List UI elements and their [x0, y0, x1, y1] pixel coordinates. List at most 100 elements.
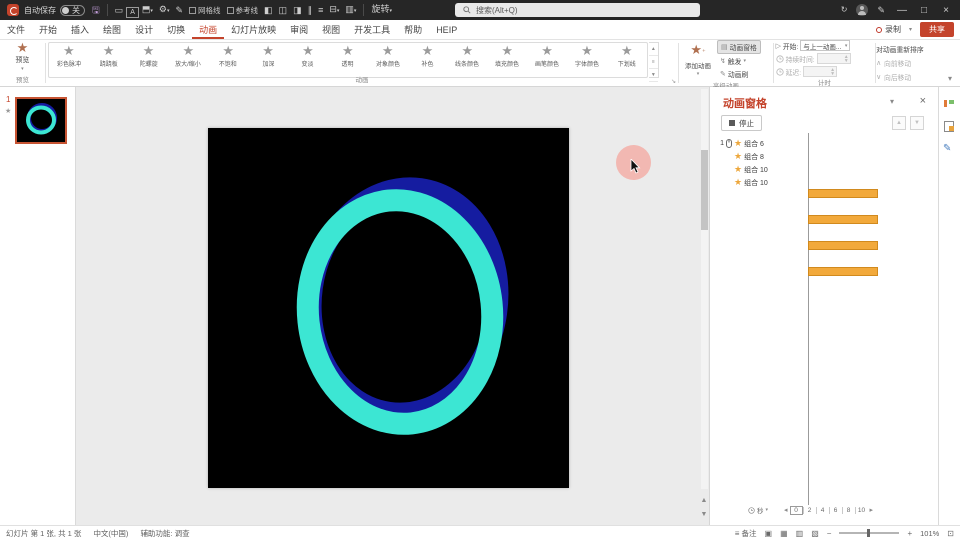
scroll-left-icon[interactable]: ◂	[782, 506, 790, 514]
pane-dropdown-icon[interactable]: ▾	[890, 97, 894, 106]
save-icon[interactable]: 🖫	[89, 0, 103, 20]
close-button[interactable]: ×	[938, 5, 954, 16]
tab-insert[interactable]: 插入	[64, 20, 96, 39]
stop-button[interactable]: 停止	[721, 115, 762, 131]
gallery-item-font-color[interactable]: ★字体颜色	[567, 43, 607, 77]
tab-slideshow[interactable]: 幻灯片放映	[224, 20, 283, 39]
animation-list-item[interactable]: 1 ★ 组合 6	[710, 137, 939, 150]
timeline-bar[interactable]	[808, 241, 878, 250]
settings-gear-icon[interactable]: ⚙▾	[156, 0, 173, 21]
delay-input[interactable]: ▲▼	[803, 66, 837, 77]
fit-to-window-icon[interactable]: ⊡	[947, 529, 954, 538]
tab-addin[interactable]: HEIP	[429, 20, 464, 39]
zoom-percent[interactable]: 101%	[920, 529, 939, 538]
align-left-icon[interactable]: ◧	[261, 0, 276, 20]
seconds-dropdown[interactable]: 秒 ▾	[748, 505, 768, 515]
gallery-item-complementary-color[interactable]: ★补色	[408, 43, 448, 77]
timeline-bar[interactable]	[808, 189, 878, 198]
move-up-button[interactable]: ▲	[892, 116, 906, 130]
language-indicator[interactable]: 中文(中国)	[93, 528, 128, 539]
gallery-item-brush-color[interactable]: ★画笔颜色	[527, 43, 567, 77]
tab-review[interactable]: 审阅	[283, 20, 315, 39]
next-slide-icon[interactable]: ▼	[700, 511, 708, 518]
zoom-out-icon[interactable]: −	[827, 529, 832, 538]
align-right-icon[interactable]: ◨	[290, 0, 305, 20]
autosave-toggle[interactable]: 关	[60, 5, 85, 16]
animation-painter-button[interactable]: ✎动画刷	[717, 68, 761, 80]
chevron-down-icon[interactable]: ▾	[909, 26, 912, 33]
accessibility-status[interactable]: 辅助功能: 调查	[140, 528, 189, 539]
scroll-right-icon[interactable]: ▸	[868, 506, 876, 514]
scrollbar-thumb[interactable]	[701, 150, 708, 230]
gallery-item-fill-color[interactable]: ★填充颜色	[487, 43, 527, 77]
distribute-horizontal-icon[interactable]: ∥	[305, 0, 316, 20]
vertical-scrollbar[interactable]	[701, 89, 708, 489]
gallery-item-color-pulse[interactable]: ★彩色脉冲	[49, 43, 89, 77]
notes-button[interactable]: ≡ 备注	[735, 528, 757, 539]
gridlines-checkbox[interactable]: 网格线	[186, 5, 224, 16]
gallery-item-desaturate[interactable]: ★不饱和	[208, 43, 248, 77]
plugin-panel-icon[interactable]	[943, 97, 956, 110]
tab-developer[interactable]: 开发工具	[347, 20, 397, 39]
gallery-item-object-color[interactable]: ★对象颜色	[368, 43, 408, 77]
format-painter-icon[interactable]: ✎	[172, 0, 186, 20]
user-avatar[interactable]	[856, 4, 868, 16]
gallery-item-teeter[interactable]: ★跷跷板	[89, 43, 129, 77]
trigger-button[interactable]: ↯触发▾	[717, 55, 761, 67]
tab-transitions[interactable]: 切换	[160, 20, 192, 39]
gallery-item-lighten[interactable]: ★变淡	[288, 43, 328, 77]
rotate-dropdown[interactable]: 旋转▾	[368, 0, 395, 21]
new-slide-icon[interactable]: ▭	[112, 0, 127, 20]
gallery-scrollbar[interactable]: ▲ ≡ ▼	[649, 42, 659, 78]
reading-view-icon[interactable]: ▥	[796, 529, 804, 538]
add-animation-button[interactable]: ★⁺ 添加动画 ▾	[679, 40, 717, 80]
tab-view[interactable]: 视图	[315, 20, 347, 39]
normal-view-icon[interactable]: ▣	[765, 529, 773, 538]
previous-slide-icon[interactable]: ▲	[700, 497, 708, 504]
scroll-more-icon[interactable]: ≡	[649, 56, 658, 69]
chart-icon[interactable]: ▥▾	[342, 0, 359, 21]
gallery-item-line-color[interactable]: ★线条颜色	[447, 43, 487, 77]
tab-animations[interactable]: 动画	[192, 20, 224, 39]
zoom-slider[interactable]	[839, 532, 899, 534]
minimize-button[interactable]: —	[894, 5, 910, 16]
sync-icon[interactable]: ↻	[838, 0, 851, 20]
selection-pane-icon[interactable]	[943, 120, 956, 133]
ink-edit-icon[interactable]: ✎	[874, 0, 888, 20]
align-center-icon[interactable]: ◫	[276, 0, 291, 20]
slide[interactable]	[208, 128, 569, 488]
gallery-item-grow-shrink[interactable]: ★放大/缩小	[168, 43, 208, 77]
distribute-vertical-icon[interactable]: ≡	[315, 0, 326, 20]
scroll-up-icon[interactable]: ▲	[649, 43, 658, 56]
animation-list-item[interactable]: ★ 组合 10	[710, 163, 939, 176]
tab-draw[interactable]: 绘图	[96, 20, 128, 39]
record-button[interactable]: 录制	[876, 24, 901, 35]
timeline-bar[interactable]	[808, 215, 878, 224]
text-box-icon[interactable]: A	[126, 7, 139, 18]
animation-pane-button[interactable]: ▤动画窗格	[717, 40, 761, 54]
timeline-bar[interactable]	[808, 267, 878, 276]
duration-input[interactable]: ▲▼	[817, 53, 851, 64]
slideshow-view-icon[interactable]: ▧	[811, 529, 819, 538]
tab-file[interactable]: 文件	[0, 20, 32, 39]
tab-design[interactable]: 设计	[128, 20, 160, 39]
tab-home[interactable]: 开始	[32, 20, 64, 39]
zoom-in-icon[interactable]: +	[907, 529, 912, 538]
start-dropdown[interactable]: 与上一动画...▾	[800, 40, 850, 51]
gallery-item-underline[interactable]: ★下划线	[607, 43, 647, 77]
share-button[interactable]: 共享	[920, 22, 954, 37]
collapse-ribbon-icon[interactable]: ▾	[948, 74, 952, 83]
gallery-item-transparency[interactable]: ★透明	[328, 43, 368, 77]
animation-list-item[interactable]: ★ 组合 10	[710, 176, 939, 189]
guides-checkbox[interactable]: 参考线	[224, 5, 262, 16]
gallery-item-darken[interactable]: ★加深	[248, 43, 288, 77]
pane-close-icon[interactable]: ×	[920, 95, 926, 107]
tab-help[interactable]: 帮助	[397, 20, 429, 39]
search-input[interactable]: 搜索(Alt+Q)	[455, 3, 700, 17]
restore-button[interactable]: □	[916, 5, 932, 16]
animation-list-item[interactable]: ★ 组合 8	[710, 150, 939, 163]
group-objects-icon[interactable]: ⊟▾	[326, 0, 342, 21]
preview-button[interactable]: ★ 预览 ▾	[0, 40, 45, 74]
format-brush-icon[interactable]: ✎	[943, 143, 956, 156]
zoom-slider-thumb[interactable]	[867, 529, 870, 537]
